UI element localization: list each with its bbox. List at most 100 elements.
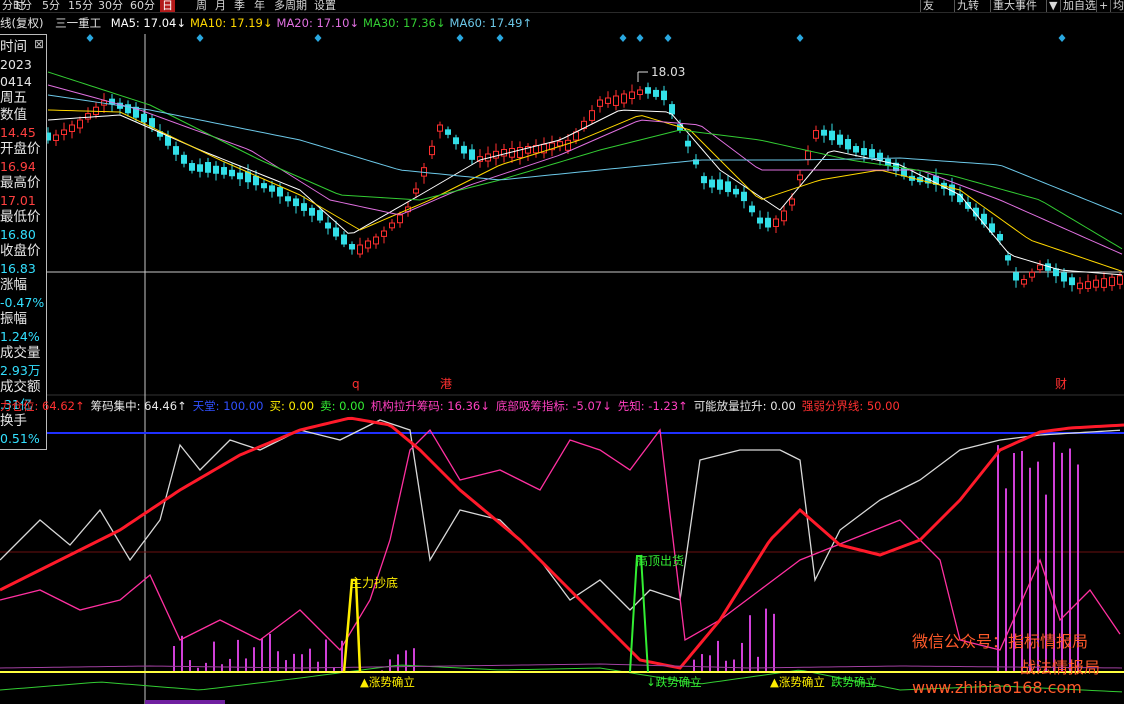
candle-body-28 [269,185,275,192]
event-marker-2: 财 [1055,377,1067,391]
candle-body-20 [205,162,211,173]
candle-body-15 [165,135,171,146]
candle-body-43 [389,222,395,229]
candle-body-95 [805,150,811,160]
candle-body-75 [645,87,651,94]
candle-body-50 [445,129,451,135]
candle-body-99 [837,134,843,145]
candle-body-124 [1037,264,1043,271]
info-label-3: 数值 [0,107,27,123]
indicator-item-7: 先知: -1.23↑ [617,399,688,413]
indicator-item-1: 筹码集中: 64.46↑ [90,399,187,413]
info-label-7: 收盘价 [0,243,41,259]
watermark-wechat: 微信公众号：指标情报局 [912,632,1089,651]
candle-body-127 [1061,272,1067,282]
signal-trend-up: ▲涨势确立 [360,675,415,689]
candle-body-39 [357,244,363,255]
indicator-item-3: 买: 0.00 [269,399,315,413]
watermark-strategy: 战法情报局 [1020,658,1101,677]
candle-body-87 [741,191,747,202]
candle-body-123 [1029,271,1035,278]
signal-diamond-9 [1058,34,1066,42]
candle-body-88 [749,205,755,213]
info-label-5: 最高价 [0,175,41,191]
candle-body-122 [1021,279,1027,285]
candle-body-84 [717,179,723,190]
candle-body-129 [1077,282,1083,290]
candle-body-49 [437,124,443,132]
candle-body-37 [341,234,347,245]
candle-body-51 [453,137,459,145]
candle-body-13 [149,118,155,128]
candle-body-119 [997,234,1003,241]
info-value-5: 17.01 [0,193,36,208]
candle-body-73 [629,91,635,100]
candle-body-36 [333,227,339,237]
event-marker-1: 港 [440,377,452,391]
candle-body-34 [317,210,323,221]
signal-diamond-2 [314,34,322,42]
info-value-3: 14.45 [0,125,36,140]
candle-body-134 [1117,275,1123,285]
candle-body-46 [413,188,419,194]
signal-trend-up-2: ▲涨势确立 [770,675,825,689]
indicator-item-4: 卖: 0.00 [320,399,365,413]
info-value-10: 2.93万 [0,363,41,378]
candle-body-29 [277,187,283,197]
institution-chips-line [0,428,1121,652]
info-label-0: 时间 [0,39,27,55]
candle-body-104 [877,152,883,161]
candle-body-83 [709,179,715,188]
candle-body-1 [53,134,59,141]
info-value-0: 2023 [0,57,32,72]
candle-body-130 [1085,281,1091,289]
info-value-6: 16.80 [0,227,36,242]
candle-body-2 [61,129,67,135]
candle-body-121 [1013,272,1019,281]
candle-body-42 [381,230,387,237]
candle-body-65 [565,139,571,151]
candle-body-33 [309,207,315,216]
info-value-12: 0.51% [0,431,40,446]
candle-body-30 [285,196,291,202]
candle-body-94 [797,174,803,181]
indicator-item-9: 强弱分界线: 50.00 [801,399,900,413]
candle-body-74 [637,89,643,96]
candle-body-27 [261,183,267,189]
signal-diamond-8 [796,34,804,42]
candle-body-93 [789,198,795,206]
info-value-9: 1.24% [0,329,40,344]
candle-body-77 [661,90,667,101]
info-value-1: 0414 [0,74,32,89]
candle-body-12 [141,113,147,123]
watermark-url: www.zhibiao168.com [912,678,1082,697]
candle-body-48 [429,145,435,156]
info-value-8: -0.47% [0,295,45,310]
candle-body-117 [981,213,987,225]
candle-body-26 [253,175,259,186]
candle-body-22 [221,167,227,175]
candle-body-41 [373,236,379,245]
candle-body-128 [1069,277,1075,286]
buy-spike [342,578,362,673]
candle-body-86 [733,188,739,195]
signal-trend-down-2: 跌势确立 [831,675,877,689]
candle-body-80 [685,140,691,147]
candle-body-4 [77,119,83,129]
kline-chart[interactable]: 18.03 q 港 财 [0,0,1124,704]
signal-sell-top: 高顶出货 [636,554,685,568]
info-label-11: 成交额 [0,379,41,395]
candle-body-44 [397,214,403,224]
signal-trend-down: ↓跌势确立 [646,675,702,689]
candle-body-92 [781,210,787,222]
signal-diamond-6 [636,34,644,42]
candle-body-56 [493,150,499,159]
candle-body-97 [821,129,827,136]
prophet-line [0,663,1123,669]
signal-diamond-3 [456,34,464,42]
candle-body-103 [869,149,875,158]
info-label-8: 涨幅 [0,277,27,293]
indicator-item-6: 底部吸筹指标: -5.07↓ [495,399,612,413]
candle-body-52 [461,145,467,154]
candle-body-82 [701,176,707,184]
